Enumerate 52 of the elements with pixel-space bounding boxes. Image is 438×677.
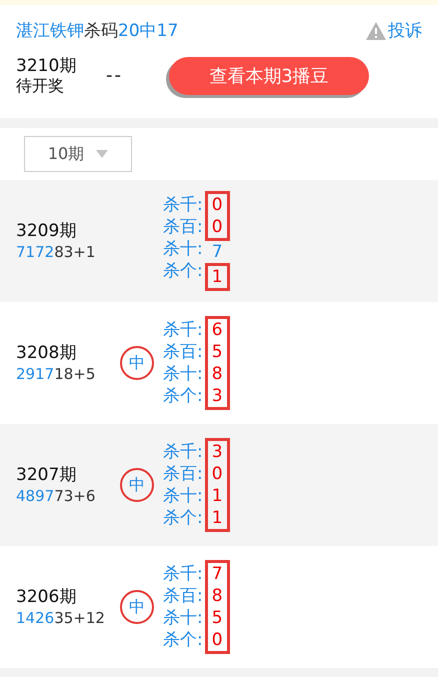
period-label: 3207期 — [16, 464, 78, 486]
kill-value: 0 — [212, 628, 223, 650]
kill-label: 杀百: — [163, 340, 203, 362]
warning-icon — [366, 22, 386, 40]
empty-result: -- — [106, 64, 123, 87]
kill-label: 杀个: — [163, 260, 203, 282]
caret-icon — [96, 150, 108, 158]
kill-label: 杀十: — [163, 362, 203, 384]
draw-number: 291718+5 — [16, 365, 96, 384]
kill-label: 杀个: — [163, 628, 203, 650]
kill-value: 7 — [212, 240, 223, 262]
hit-badge: 中 — [120, 590, 154, 624]
kill-label: 杀十: — [163, 484, 203, 506]
period-select[interactable]: 10期 — [24, 136, 132, 172]
status-label: 待开奖 — [16, 76, 65, 96]
kill-label: 杀千: — [163, 440, 203, 462]
kill-label: 杀千: — [163, 318, 203, 340]
kill-value: 8 — [212, 362, 223, 384]
period-label: 3206期 — [16, 586, 78, 608]
kill-label: 杀百: — [163, 462, 203, 484]
kill-value: 7 — [212, 562, 223, 584]
hit-badge: 中 — [120, 346, 154, 380]
kill-value: 5 — [212, 606, 223, 628]
draw-number: 489773+6 — [16, 487, 96, 506]
page-title: 湛江铁钾杀码20中17 — [16, 20, 178, 42]
kill-label: 杀千: — [163, 194, 203, 216]
view-button[interactable]: 查看本期3播豆 — [169, 56, 369, 95]
kill-label: 杀个: — [163, 506, 203, 528]
kill-label: 杀千: — [163, 562, 203, 584]
draw-number: 717283+1 — [16, 243, 96, 262]
period-label: 3208期 — [16, 342, 78, 364]
kill-value: 3 — [212, 384, 223, 406]
period-label: 3210期 — [16, 56, 78, 76]
kill-value: 1 — [212, 484, 223, 506]
kill-label: 杀百: — [163, 216, 203, 238]
hit-badge: 中 — [120, 468, 154, 502]
kill-label: 杀百: — [163, 584, 203, 606]
kill-label: 杀十: — [163, 606, 203, 628]
kill-value: 1 — [212, 266, 223, 288]
draw-number: 142635+12 — [16, 609, 106, 628]
complaint-link[interactable]: 投诉 — [366, 19, 422, 42]
kill-value: 0 — [212, 216, 223, 238]
kill-value: 1 — [212, 506, 223, 528]
kill-value: 3 — [212, 440, 223, 462]
kill-value: 0 — [212, 194, 223, 216]
kill-value: 5 — [212, 340, 223, 362]
kill-label: 杀十: — [163, 238, 203, 260]
kill-label: 杀个: — [163, 384, 203, 406]
period-label: 3209期 — [16, 220, 78, 242]
kill-value: 8 — [212, 584, 223, 606]
kill-value: 0 — [212, 462, 223, 484]
kill-value: 6 — [212, 318, 223, 340]
